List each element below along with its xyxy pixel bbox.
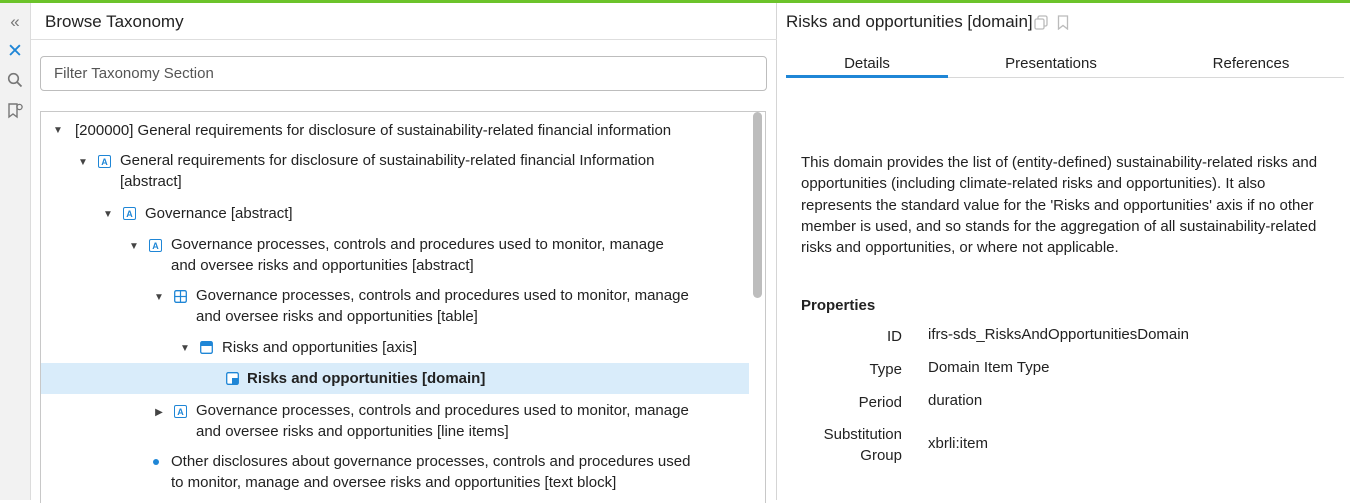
concept-details-panel: Risks and opportunities [domain] Details… (778, 3, 1350, 500)
property-value: xbrli:item (928, 435, 989, 452)
panel-header: Browse Taxonomy (31, 3, 777, 40)
copy-icon[interactable] (1034, 15, 1048, 30)
tab-references[interactable]: References (1161, 55, 1341, 72)
properties-heading: Properties (801, 297, 876, 314)
tree-node-label: [200000] General requirements for disclo… (75, 122, 672, 139)
tree-node-label: Other disclosures about governance proce… (171, 453, 691, 491)
axis-icon (200, 341, 213, 354)
concept-title: Risks and opportunities [domain] (786, 12, 1033, 31)
details-tabs: Details Presentations References (786, 51, 1344, 78)
expand-toggle-icon[interactable]: ▼ (52, 124, 64, 136)
tab-details[interactable]: Details (786, 55, 948, 72)
tree-node-label: Governance [abstract] (145, 205, 293, 222)
property-value: Domain Item Type (928, 359, 1050, 376)
collapse-toggle-icon[interactable]: ▶ (153, 406, 165, 418)
tree-node[interactable]: ▼ A Governance processes, controls and p… (41, 232, 749, 280)
tree-node[interactable]: ▼ Governance processes, controls and pro… (41, 283, 749, 331)
icon-rail: « ✕ (0, 3, 31, 500)
tree-node-label: Risks and opportunities [axis] (222, 339, 418, 356)
browse-taxonomy-panel: Browse Taxonomy ▼ [200000] General requi… (31, 3, 777, 503)
expand-toggle-icon[interactable]: ▼ (102, 208, 114, 220)
search-icon[interactable] (4, 69, 26, 91)
tree-node[interactable]: ▶ A Governance processes, controls and p… (41, 398, 749, 446)
abstract-icon: A (149, 239, 162, 252)
tree-node-label: General requirements for disclosure of s… (120, 152, 655, 190)
expand-toggle-icon[interactable]: ▼ (77, 156, 89, 168)
tree-node-label: Governance processes, controls and proce… (171, 236, 664, 274)
expand-toggle-icon[interactable]: ▼ (179, 342, 191, 354)
expand-toggle-icon[interactable]: ▼ (153, 291, 165, 303)
tree-node[interactable]: ▼ Risks and opportunities [axis] (41, 334, 749, 362)
tree-node[interactable]: ▼ [200000] General requirements for disc… (41, 116, 749, 144)
property-label: Type (869, 361, 902, 378)
tree-node-label: Risks and opportunities [domain] (247, 370, 486, 387)
abstract-icon: A (123, 207, 136, 220)
expand-toggle-icon[interactable]: ▼ (128, 240, 140, 252)
tree-node-label: Governance processes, controls and proce… (196, 287, 689, 325)
bookmark-icon[interactable] (1056, 15, 1070, 30)
property-value: ifrs-sds_RisksAndOpportunitiesDomain (928, 326, 1189, 343)
filter-taxonomy-input[interactable] (40, 56, 767, 91)
scrollbar-thumb[interactable] (753, 112, 762, 298)
bookmark-search-icon[interactable] (4, 99, 26, 121)
tree-scrollbar[interactable] (753, 112, 762, 503)
tree-node[interactable]: Other disclosures about governance proce… (41, 449, 749, 497)
panel-title: Browse Taxonomy (45, 12, 184, 31)
abstract-icon: A (174, 405, 187, 418)
property-label: Substitution Group (823, 426, 902, 464)
concept-description: This domain provides the list of (entity… (801, 154, 1318, 257)
taxonomy-x-icon[interactable]: ✕ (4, 40, 26, 62)
table-icon (174, 290, 187, 303)
tree-node[interactable]: ▼ A General requirements for disclosure … (41, 148, 749, 196)
bullet-icon (153, 459, 159, 465)
tree-node[interactable]: ▼ A Governance [abstract] (41, 200, 749, 228)
taxonomy-tree: ▼ [200000] General requirements for disc… (40, 111, 766, 503)
collapse-panel-icon[interactable]: « (4, 11, 26, 33)
tab-presentations[interactable]: Presentations (961, 55, 1141, 72)
domain-icon (226, 372, 239, 385)
tree-node-selected[interactable]: Risks and opportunities [domain] (41, 363, 749, 394)
property-value: duration (928, 392, 983, 409)
active-tab-indicator (786, 75, 948, 78)
tree-node-label: Governance processes, controls and proce… (196, 402, 689, 440)
property-label: ID (887, 328, 902, 345)
property-label: Period (858, 394, 902, 411)
abstract-icon: A (98, 155, 111, 168)
